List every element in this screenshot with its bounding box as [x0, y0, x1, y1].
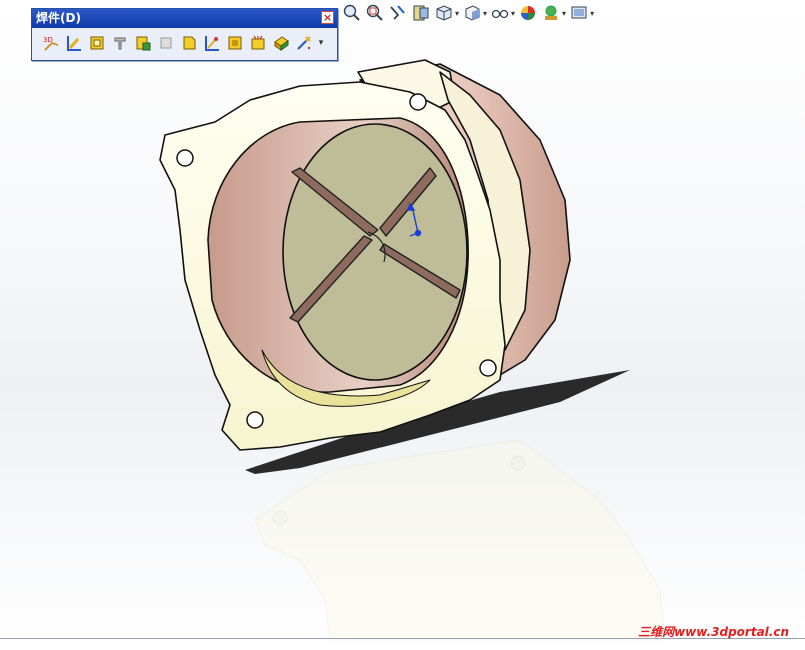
weldment-icon[interactable]: [109, 32, 130, 54]
chamfer-icon[interactable]: [293, 32, 314, 54]
fillet-bead-icon[interactable]: [178, 32, 199, 54]
bolt-hole-bottom-left[interactable]: [246, 411, 264, 429]
trim-extend-icon[interactable]: [86, 32, 107, 54]
more-tools-dropdown[interactable]: ▾: [316, 32, 326, 54]
bolt-hole-top-right[interactable]: [409, 93, 427, 111]
display-style-caret[interactable]: ▾: [483, 9, 487, 18]
extruded-boss-icon[interactable]: [224, 32, 245, 54]
3d-sketch-icon[interactable]: 3D: [40, 32, 61, 54]
model-viewport[interactable]: [0, 0, 805, 646]
view-settings-caret[interactable]: ▾: [590, 9, 594, 18]
hide-show-caret[interactable]: ▾: [511, 9, 515, 18]
weldments-toolbar-titlebar[interactable]: 焊件(D) ×: [32, 9, 337, 28]
edit-appearance-icon[interactable]: [518, 3, 538, 23]
bolt-hole-top-left[interactable]: [176, 149, 194, 167]
view-toolbar: ▾ ▾ ▾ ▾ ▾: [342, 2, 594, 24]
end-cap-icon[interactable]: [132, 32, 153, 54]
previous-view-icon[interactable]: [388, 3, 408, 23]
view-orientation-icon[interactable]: ▾: [434, 3, 459, 23]
graphics-area[interactable]: [0, 0, 805, 646]
hole-wizard-icon[interactable]: [270, 32, 291, 54]
watermark: 三维网www.3dportal.cn: [638, 625, 789, 639]
section-view-icon[interactable]: [411, 3, 431, 23]
zoom-to-area-icon[interactable]: [365, 3, 385, 23]
display-style-icon[interactable]: ▾: [462, 3, 487, 23]
weldments-tool-row: 3D ▾: [32, 28, 337, 54]
weldments-toolbar-title: 焊件(D): [36, 11, 81, 25]
chevron-down-icon: ▾: [318, 38, 324, 48]
close-button[interactable]: ×: [321, 11, 334, 24]
zoom-to-fit-icon[interactable]: [342, 3, 362, 23]
close-icon: ×: [322, 11, 333, 24]
view-orientation-caret[interactable]: ▾: [455, 9, 459, 18]
bolt-hole-bottom-right[interactable]: [479, 359, 497, 377]
apply-scene-icon[interactable]: ▾: [541, 3, 566, 23]
gusset-icon[interactable]: [155, 32, 176, 54]
weld-bead-icon[interactable]: [201, 32, 222, 54]
structural-member-icon[interactable]: [63, 32, 84, 54]
weldments-toolbar[interactable]: 焊件(D) × 3D ▾: [31, 8, 338, 61]
extruded-cut-icon[interactable]: [247, 32, 268, 54]
view-settings-icon[interactable]: ▾: [569, 3, 594, 23]
apply-scene-caret[interactable]: ▾: [562, 9, 566, 18]
hide-show-items-icon[interactable]: ▾: [490, 3, 515, 23]
cross-base-plate[interactable]: [282, 123, 468, 381]
model-reflection: [254, 439, 666, 641]
